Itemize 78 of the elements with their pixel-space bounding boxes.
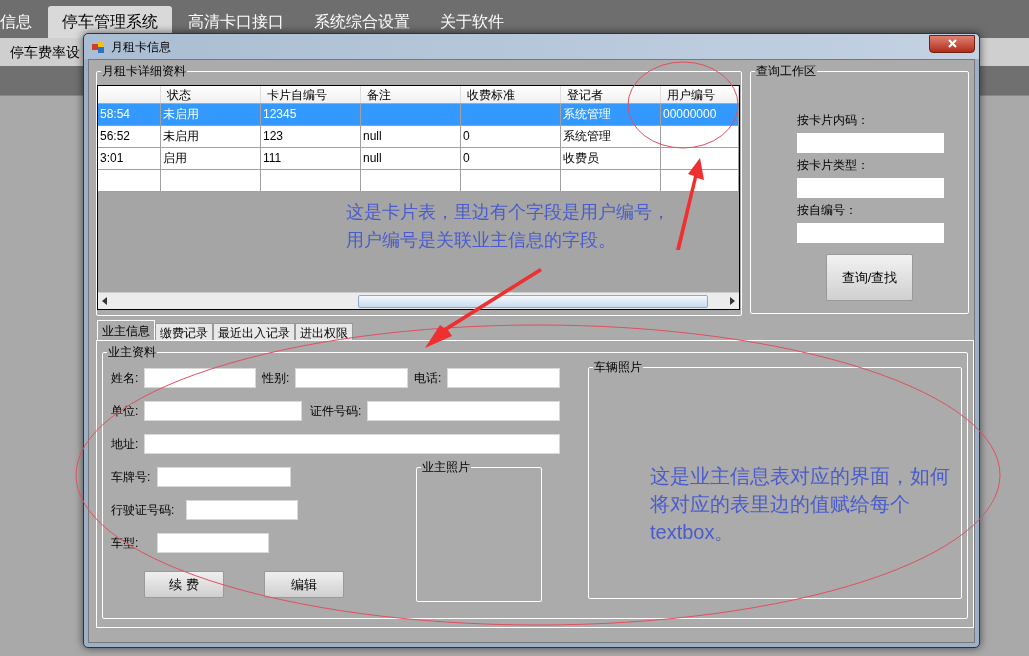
column-header[interactable]: 卡片自编号 — [261, 86, 361, 103]
table-cell: 未启用 — [161, 126, 261, 147]
close-button[interactable] — [929, 34, 975, 53]
input-field[interactable] — [797, 178, 944, 198]
column-header[interactable]: 用户编号 — [661, 86, 739, 103]
window-title: 月租卡信息 — [111, 38, 171, 56]
column-header[interactable]: 状态 — [161, 86, 261, 103]
table-cell: 收费员 — [561, 148, 661, 169]
group-title: 业主资料 — [107, 345, 157, 359]
scroll-thumb[interactable] — [358, 294, 708, 308]
table-cell: 0 — [461, 126, 561, 147]
input-field[interactable] — [144, 434, 560, 454]
tab[interactable]: 进出权限 — [295, 323, 353, 340]
tab[interactable]: 最近出入记录 — [213, 323, 295, 340]
annotation-text: 这是业主信息表对应的界面，如何 将对应的表里边的值赋给每个 textbox。 — [650, 464, 950, 545]
table-cell: null — [361, 126, 461, 147]
table-cell: 未启用 — [161, 104, 261, 125]
table-cell: 56:52 — [98, 126, 161, 147]
table-cell: 3:01 — [98, 148, 161, 169]
field-label: 车牌号: — [111, 469, 152, 486]
field-label: 按卡片内码： — [797, 112, 870, 128]
app-tab[interactable]: 关于软件 — [426, 6, 518, 38]
table-row[interactable]: 3:01 启用 111 null 0 收费员 — [98, 148, 739, 170]
table-cell: 123 — [261, 126, 361, 147]
horizontal-scrollbar[interactable] — [98, 292, 739, 309]
column-header[interactable]: 备注 — [361, 86, 461, 103]
tab[interactable]: 缴费记录 — [155, 323, 213, 340]
input-field[interactable] — [157, 467, 291, 487]
group-title: 业主照片 — [421, 460, 471, 474]
input-field[interactable] — [367, 401, 560, 421]
table-cell: 00000000 — [661, 104, 739, 125]
field-label: 证件号码: — [310, 403, 363, 420]
scroll-right-icon[interactable] — [729, 297, 735, 305]
table-cell: 58:54 — [98, 104, 161, 125]
input-field[interactable] — [797, 133, 944, 153]
app-tab[interactable]: 停车管理系统 — [48, 6, 172, 38]
app-tab[interactable]: 信息 — [0, 6, 46, 38]
input-field[interactable] — [144, 368, 256, 388]
table-cell: 系统管理 — [561, 126, 661, 147]
annotation-text: 这是卡片表，里边有个字段是用户编号， 用户编号是关联业主信息的字段。 — [346, 201, 670, 252]
table-cell: null — [361, 148, 461, 169]
field-label: 性别: — [262, 370, 291, 387]
field-label: 单位: — [111, 403, 140, 420]
group-title: 查询工作区 — [755, 64, 817, 78]
field-label: 按自编号： — [797, 202, 858, 218]
table-cell: 0 — [461, 148, 561, 169]
table-cell: 系统管理 — [561, 104, 661, 125]
search-button[interactable]: 查询/查找 — [826, 254, 913, 301]
table-row[interactable]: 56:52 未启用 123 null 0 系统管理 — [98, 126, 739, 148]
column-header[interactable]: 登记者 — [561, 86, 661, 103]
field-label: 电话: — [414, 370, 443, 387]
input-field[interactable] — [447, 368, 560, 388]
field-label: 车型: — [111, 535, 140, 552]
toolbar-item[interactable]: 停车费率设 — [10, 41, 80, 63]
group-title: 车辆照片 — [593, 360, 643, 374]
action-button[interactable]: 续 费 — [144, 571, 224, 598]
table-cell: 12345 — [261, 104, 361, 125]
input-field[interactable] — [186, 500, 298, 520]
app-tab[interactable]: 高清卡口接口 — [174, 6, 298, 38]
input-field[interactable] — [295, 368, 408, 388]
field-label: 姓名: — [111, 370, 140, 387]
input-field[interactable] — [797, 223, 944, 243]
group-title: 月租卡详细资料 — [101, 64, 187, 78]
tab[interactable]: 业主信息 — [97, 320, 155, 340]
field-label: 按卡片类型： — [797, 157, 870, 173]
input-field[interactable] — [157, 533, 269, 553]
input-field[interactable] — [144, 401, 302, 421]
column-header — [98, 86, 161, 103]
field-label: 行驶证号码: — [111, 502, 176, 519]
field-label: 地址: — [111, 436, 140, 453]
column-header[interactable]: 收费标准 — [461, 86, 561, 103]
table-cell: 111 — [261, 148, 361, 169]
app-tab[interactable]: 系统综合设置 — [300, 6, 424, 38]
action-button[interactable]: 编辑 — [264, 571, 344, 598]
table-cell: 启用 — [161, 148, 261, 169]
scroll-left-icon[interactable] — [102, 297, 108, 305]
close-icon — [947, 39, 957, 48]
app-icon — [92, 39, 106, 54]
